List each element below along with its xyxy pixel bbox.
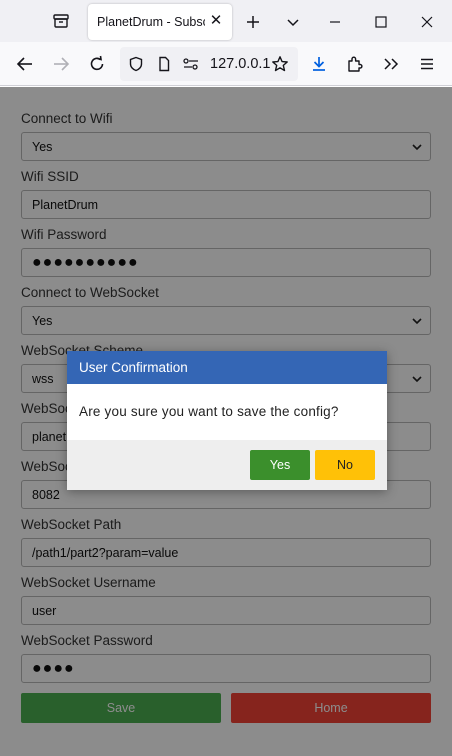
tab-bar: PlanetDrum - Subscribe ✕: [0, 0, 452, 42]
shield-icon[interactable]: [128, 56, 144, 77]
reload-icon[interactable]: [86, 53, 108, 75]
permissions-icon[interactable]: [182, 56, 200, 77]
dialog-footer: Yes No: [67, 440, 387, 490]
page-icon[interactable]: [156, 56, 172, 77]
no-button[interactable]: No: [315, 450, 375, 480]
new-tab-icon[interactable]: [243, 12, 263, 32]
minimize-icon[interactable]: [325, 12, 345, 32]
overflow-chevrons-icon[interactable]: [380, 53, 402, 75]
navigation-bar: 127.0.0.1: [0, 42, 452, 86]
browser-tab[interactable]: PlanetDrum - Subscribe ✕: [88, 4, 232, 40]
dialog-message: Are you sure you want to save the config…: [79, 404, 339, 419]
dialog-title: User Confirmation: [67, 351, 387, 384]
confirmation-dialog: User Confirmation Are you sure you want …: [67, 351, 387, 490]
tab-close-icon[interactable]: ✕: [209, 13, 223, 28]
forward-icon[interactable]: [50, 53, 72, 75]
maximize-icon[interactable]: [371, 12, 391, 32]
url-text: 127.0.0.1: [210, 56, 271, 72]
extensions-icon[interactable]: [344, 53, 366, 75]
back-icon[interactable]: [14, 53, 36, 75]
tab-history-icon[interactable]: [52, 12, 70, 30]
bookmark-star-icon[interactable]: [269, 53, 291, 75]
yes-button[interactable]: Yes: [250, 450, 310, 480]
close-window-icon[interactable]: [417, 12, 437, 32]
download-icon[interactable]: [308, 53, 330, 75]
chevron-down-icon[interactable]: [283, 12, 303, 32]
tab-title: PlanetDrum - Subscribe: [97, 15, 205, 29]
menu-icon[interactable]: [416, 53, 438, 75]
